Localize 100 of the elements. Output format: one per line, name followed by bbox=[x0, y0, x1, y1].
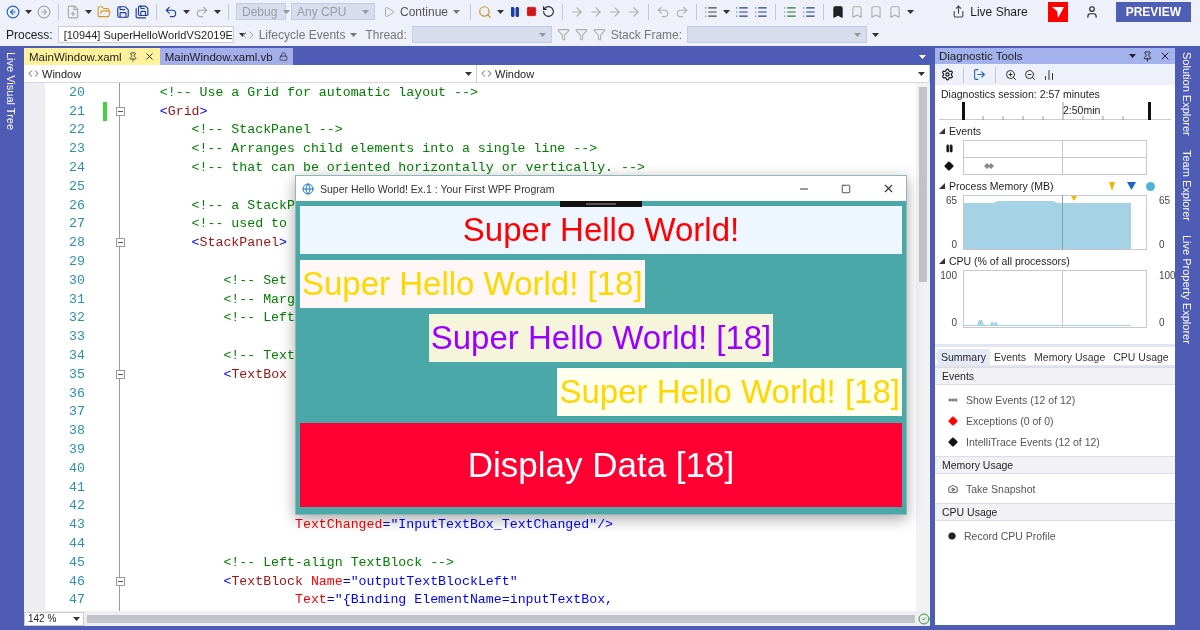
caret-icon[interactable] bbox=[919, 54, 926, 59]
code-icon[interactable] bbox=[28, 68, 39, 79]
caret-icon[interactable] bbox=[183, 9, 190, 14]
side-tab[interactable]: Team Explorer bbox=[1180, 147, 1193, 223]
summary-link[interactable]: IntelliTrace Events (12 of 12) bbox=[966, 435, 1100, 448]
bookmark-icon[interactable] bbox=[831, 4, 846, 19]
chart-icon[interactable] bbox=[1043, 68, 1055, 81]
caret-icon[interactable] bbox=[872, 32, 880, 37]
axis-label: 100 bbox=[940, 270, 957, 281]
panel-tab[interactable]: Events bbox=[989, 349, 1031, 365]
line-number: 28 bbox=[68, 235, 85, 251]
list-icon[interactable] bbox=[735, 4, 750, 19]
collapse-icon[interactable] bbox=[939, 183, 945, 189]
list-icon[interactable] bbox=[802, 4, 817, 19]
list-icon[interactable] bbox=[754, 4, 769, 19]
code-line: <!-- a StackP bbox=[190, 197, 295, 213]
code-icon[interactable] bbox=[481, 68, 492, 79]
line-number: 41 bbox=[68, 479, 85, 495]
summary-link[interactable]: Exceptions (0 of 0) bbox=[966, 414, 1054, 427]
caret-icon[interactable] bbox=[85, 9, 92, 14]
caret-icon[interactable] bbox=[238, 32, 246, 37]
session-duration: Diagnostics session: 2:57 minutes bbox=[940, 87, 1101, 102]
close-icon[interactable] bbox=[1159, 50, 1171, 62]
undo-icon[interactable] bbox=[164, 4, 178, 19]
horizontal-scrollbar[interactable] bbox=[87, 613, 915, 624]
triangle-marker-icon bbox=[1109, 181, 1115, 191]
time-label: 2:50min bbox=[1063, 104, 1101, 116]
caret-icon[interactable] bbox=[907, 9, 915, 14]
line-number: 36 bbox=[68, 385, 85, 401]
panel-tab[interactable]: CPU Usage bbox=[1109, 349, 1173, 365]
document-tab[interactable]: MainWindow.xaml bbox=[24, 48, 160, 65]
restart-icon[interactable] bbox=[542, 5, 556, 18]
zoom-in-icon[interactable] bbox=[1005, 68, 1017, 81]
document-tab[interactable]: MainWindow.xaml.vb bbox=[159, 48, 293, 65]
line-number: 35 bbox=[68, 366, 85, 382]
collapse-icon[interactable] bbox=[939, 258, 945, 264]
code-line: Text="{Binding ElementName=inputTextBox, bbox=[293, 592, 614, 608]
live-share-button[interactable]: Live Share bbox=[949, 2, 1031, 21]
collapse-box-icon[interactable] bbox=[115, 576, 125, 586]
collapse-icon[interactable] bbox=[939, 128, 945, 134]
line-number: 34 bbox=[68, 348, 85, 364]
close-icon[interactable] bbox=[143, 51, 155, 62]
summary-link[interactable]: Take Snapshot bbox=[966, 482, 1036, 495]
code-line: <TextBox bbox=[222, 366, 288, 382]
list-icon[interactable] bbox=[783, 4, 798, 19]
preview-button[interactable]: PREVIEW bbox=[1115, 1, 1191, 22]
collapse-box-icon[interactable] bbox=[115, 369, 125, 379]
save-icon[interactable] bbox=[116, 4, 130, 19]
caret-icon[interactable] bbox=[465, 71, 472, 76]
caret-icon[interactable] bbox=[25, 9, 32, 14]
diamond-icon bbox=[948, 436, 958, 447]
code-line: <!-- Marg bbox=[222, 291, 295, 307]
in-app-toolbar[interactable] bbox=[560, 201, 642, 207]
panel-tab[interactable]: Memory Usage bbox=[1030, 349, 1110, 365]
caret-icon[interactable] bbox=[497, 9, 505, 14]
pin-icon[interactable] bbox=[127, 51, 138, 62]
user-icon[interactable] bbox=[1084, 4, 1099, 19]
share-icon[interactable] bbox=[952, 5, 966, 18]
collapse-box-icon[interactable] bbox=[115, 106, 125, 116]
lifecycle-events-button[interactable]: Lifecycle Events bbox=[238, 25, 361, 44]
pause-icon bbox=[944, 144, 954, 153]
side-tab[interactable]: Live Property Explorer bbox=[1180, 232, 1193, 346]
record-icon bbox=[948, 531, 956, 540]
vertical-scrollbar[interactable] bbox=[916, 83, 930, 611]
stop-icon[interactable] bbox=[526, 6, 538, 17]
code-line: <!-- Left bbox=[222, 310, 295, 326]
section-header: CPU Usage bbox=[935, 503, 1175, 521]
diamond-icon bbox=[948, 415, 958, 426]
lock-icon[interactable] bbox=[278, 52, 288, 61]
display-data-button[interactable]: Display Data [18] bbox=[300, 423, 902, 507]
summary-link[interactable]: Record CPU Profile bbox=[964, 529, 1056, 542]
caret-icon[interactable] bbox=[918, 71, 925, 76]
line-number: 45 bbox=[68, 554, 85, 570]
caret-icon[interactable] bbox=[73, 616, 80, 621]
graph-title: CPU (% of all processors) bbox=[949, 255, 1071, 267]
summary-link[interactable]: Show Events (12 of 12) bbox=[966, 393, 1076, 406]
pin-icon[interactable] bbox=[1142, 50, 1153, 62]
camera-icon bbox=[948, 483, 958, 494]
line-number: 38 bbox=[68, 423, 85, 439]
save-all-icon[interactable] bbox=[135, 4, 149, 19]
pause-icon[interactable] bbox=[509, 5, 522, 18]
hello-text: Super Hello World! [18] bbox=[557, 368, 902, 416]
panel-tab[interactable]: Summary bbox=[937, 349, 990, 365]
stack-frame-label: Stack Frame: bbox=[610, 27, 683, 42]
collapse-box-icon[interactable] bbox=[115, 238, 125, 248]
caret-icon[interactable] bbox=[723, 9, 731, 14]
logo-icon[interactable] bbox=[1047, 1, 1068, 22]
export-icon[interactable] bbox=[973, 68, 986, 81]
caret-icon[interactable] bbox=[214, 9, 221, 14]
zoom-dropdown[interactable]: 142 % bbox=[24, 611, 84, 626]
axis-label: 0 bbox=[1158, 317, 1165, 328]
side-tab[interactable]: Solution Explorer bbox=[1180, 50, 1193, 138]
side-tab[interactable]: Live Visual Tree bbox=[5, 50, 17, 133]
caret-icon[interactable] bbox=[1129, 54, 1136, 58]
back-icon[interactable] bbox=[6, 4, 20, 19]
zoom-out-icon[interactable] bbox=[1024, 68, 1036, 81]
window-title: Super Hello World! Ex.1 : Your First WPF Program bbox=[320, 182, 556, 195]
code-line: <StackPanel> bbox=[190, 235, 288, 251]
settings-icon[interactable] bbox=[941, 68, 954, 81]
line-number: 44 bbox=[68, 536, 85, 551]
